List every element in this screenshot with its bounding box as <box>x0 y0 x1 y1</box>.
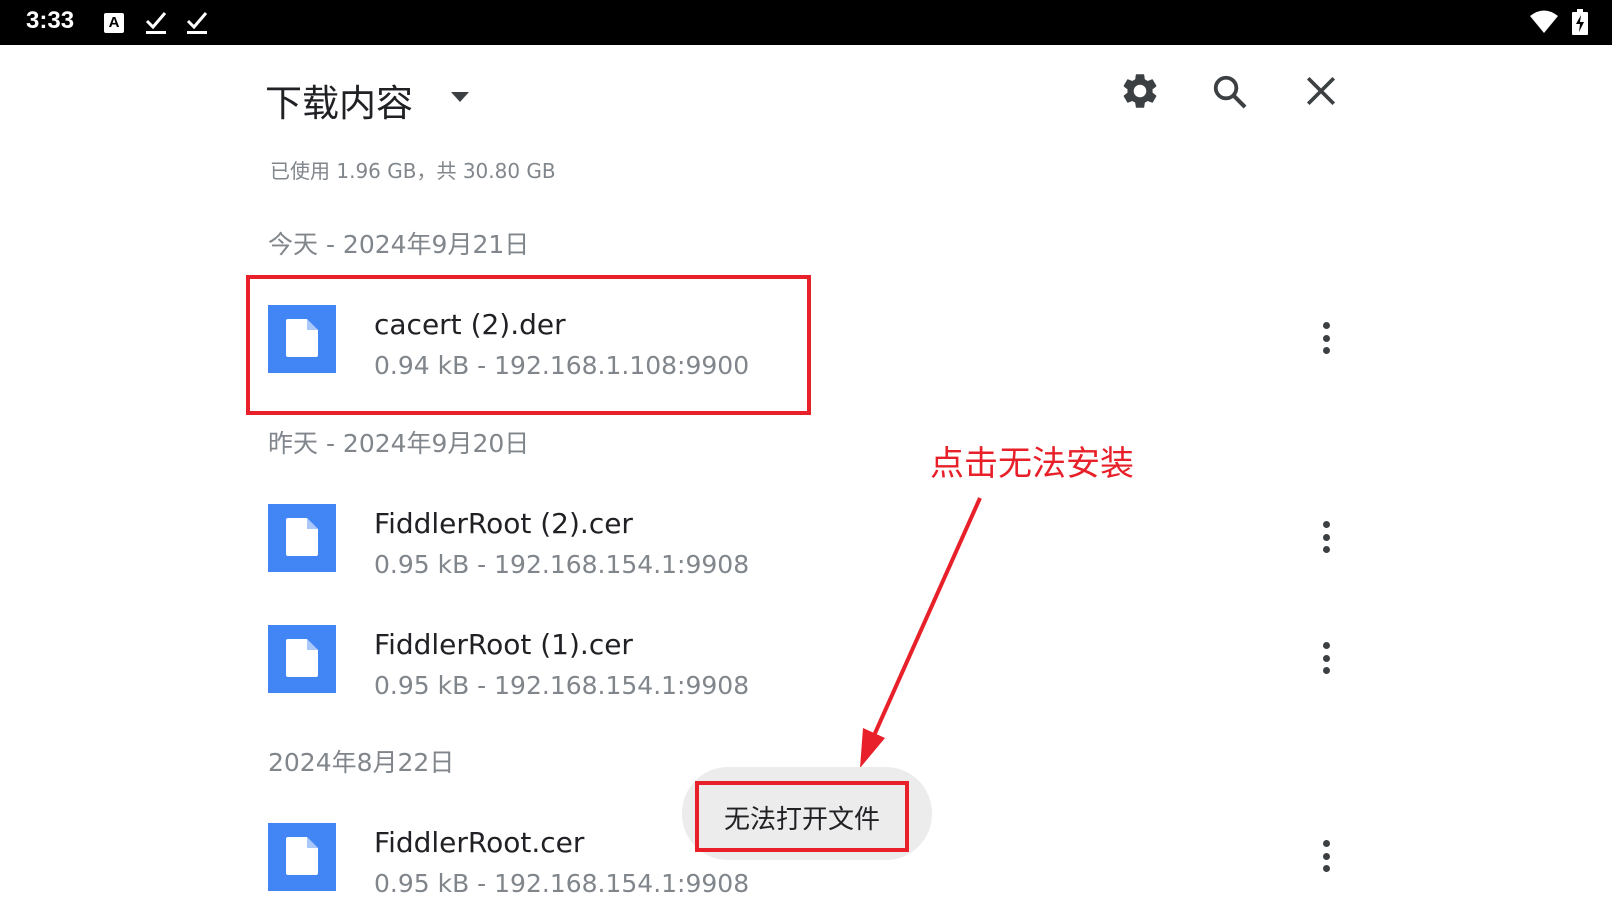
more-options-icon[interactable] <box>1314 636 1338 680</box>
section-header: 2024年8月22日 <box>268 748 455 777</box>
storage-info: 已使用 1.96 GB，共 30.80 GB <box>270 159 556 183</box>
page-title[interactable]: 下载内容 <box>265 73 413 127</box>
file-meta: 0.95 kB - 192.168.154.1:9908 <box>374 671 750 700</box>
a-notification-icon: A <box>104 13 124 33</box>
more-options-icon[interactable] <box>1314 515 1338 559</box>
search-icon[interactable] <box>1211 73 1249 111</box>
file-row[interactable]: FiddlerRoot (1).cer 0.95 kB - 192.168.15… <box>262 608 1342 708</box>
download-done-icon <box>145 12 167 34</box>
download-done-icon <box>186 12 208 34</box>
annotation-highlight-box <box>246 275 811 415</box>
section-header: 昨天 - 2024年9月20日 <box>268 429 530 458</box>
file-meta: 0.95 kB - 192.168.154.1:9908 <box>374 550 750 579</box>
annotation-text: 点击无法安装 <box>930 444 1134 484</box>
more-options-icon[interactable] <box>1314 834 1338 878</box>
status-bar: 3:33 A <box>0 0 1612 45</box>
dropdown-arrow-icon[interactable] <box>451 92 469 102</box>
file-icon <box>268 823 336 891</box>
file-row[interactable]: FiddlerRoot (2).cer 0.95 kB - 192.168.15… <box>262 487 1342 587</box>
wifi-icon <box>1530 10 1558 33</box>
file-name: FiddlerRoot (1).cer <box>374 628 633 661</box>
toast-message: 无法打开文件 <box>723 805 880 835</box>
more-options-icon[interactable] <box>1314 316 1338 360</box>
file-name: FiddlerRoot.cer <box>374 826 585 859</box>
battery-charging-icon <box>1572 9 1588 35</box>
file-icon <box>268 625 336 693</box>
annotation-toast-box: 无法打开文件 <box>695 781 909 852</box>
close-icon[interactable] <box>1304 74 1338 108</box>
file-name: FiddlerRoot (2).cer <box>374 507 633 540</box>
section-header: 今天 - 2024年9月21日 <box>268 230 530 259</box>
status-time: 3:33 <box>26 7 75 34</box>
file-icon <box>268 504 336 572</box>
file-meta: 0.95 kB - 192.168.154.1:9908 <box>374 869 750 898</box>
gear-icon[interactable] <box>1119 70 1161 112</box>
